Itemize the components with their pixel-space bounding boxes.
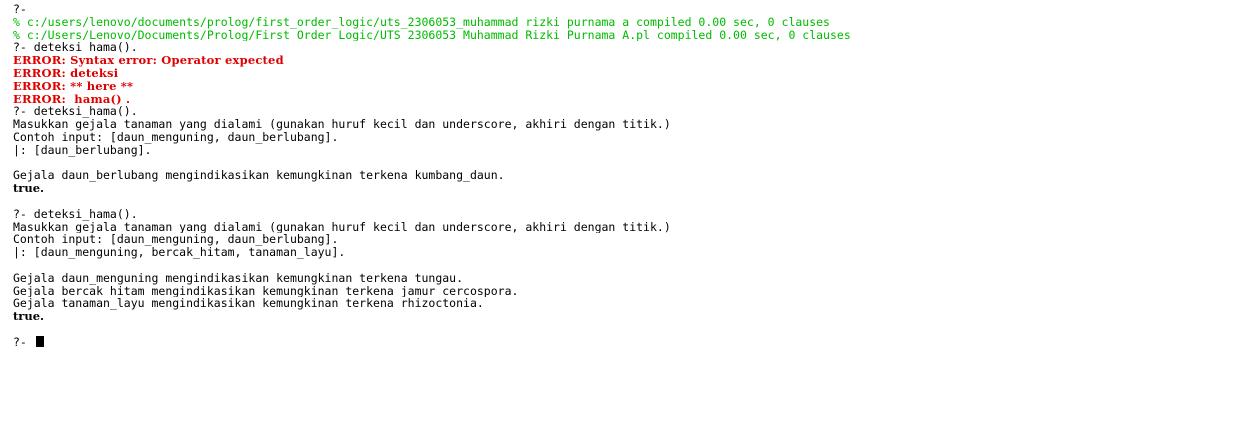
compile-message-line: % c:/users/lenovo/documents/prolog/first… — [13, 15, 830, 29]
console-prompt: ?- — [13, 335, 34, 349]
console-line: Masukkan gejala tanaman yang dialami (gu… — [13, 220, 671, 234]
console-line: ?- deteksi_hama(). — [13, 207, 138, 221]
result-line: true. — [13, 182, 45, 195]
error-line: ERROR: hama() . — [13, 92, 135, 106]
console-line: Gejala daun_menguning mengindikasikan ke… — [13, 271, 464, 285]
console-line: Masukkan gejala tanaman yang dialami (gu… — [13, 118, 671, 131]
console-prompt-line[interactable]: ?- — [13, 335, 1252, 349]
error-line: ERROR: ** here ** — [13, 79, 134, 93]
console-line: Gejala bercak_hitam mengindikasikan kemu… — [13, 284, 519, 298]
console-line: ?- deteksi_hama(). — [13, 105, 138, 119]
console-output: ?-% c:/users/lenovo/documents/prolog/fir… — [13, 3, 1252, 336]
console-line: |: [daun_menguning, bercak_hitam, tanama… — [13, 246, 346, 259]
error-line: ERROR: Syntax error: Operator expected — [13, 54, 284, 67]
error-line: ERROR: deteksi — [13, 66, 119, 80]
text-cursor — [35, 335, 44, 347]
prolog-console[interactable]: ?-% c:/users/lenovo/documents/prolog/fir… — [0, 0, 1252, 445]
console-line: Gejala daun_berlubang mengindikasikan ke… — [13, 169, 505, 183]
compile-message-line: % c:/Users/Lenovo/Documents/Prolog/First… — [13, 28, 851, 42]
console-line: Contoh input: [daun_menguning, daun_berl… — [13, 233, 339, 247]
console-line: Contoh input: [daun_menguning, daun_berl… — [13, 130, 339, 144]
result-line: true. — [13, 310, 45, 323]
console-line: ?- deteksi hama(). — [13, 41, 138, 55]
console-line: Gejala tanaman_layu mengindikasikan kemu… — [13, 297, 484, 311]
console-line: |: [daun_berlubang]. — [13, 143, 152, 157]
console-line: ?- — [13, 3, 27, 16]
